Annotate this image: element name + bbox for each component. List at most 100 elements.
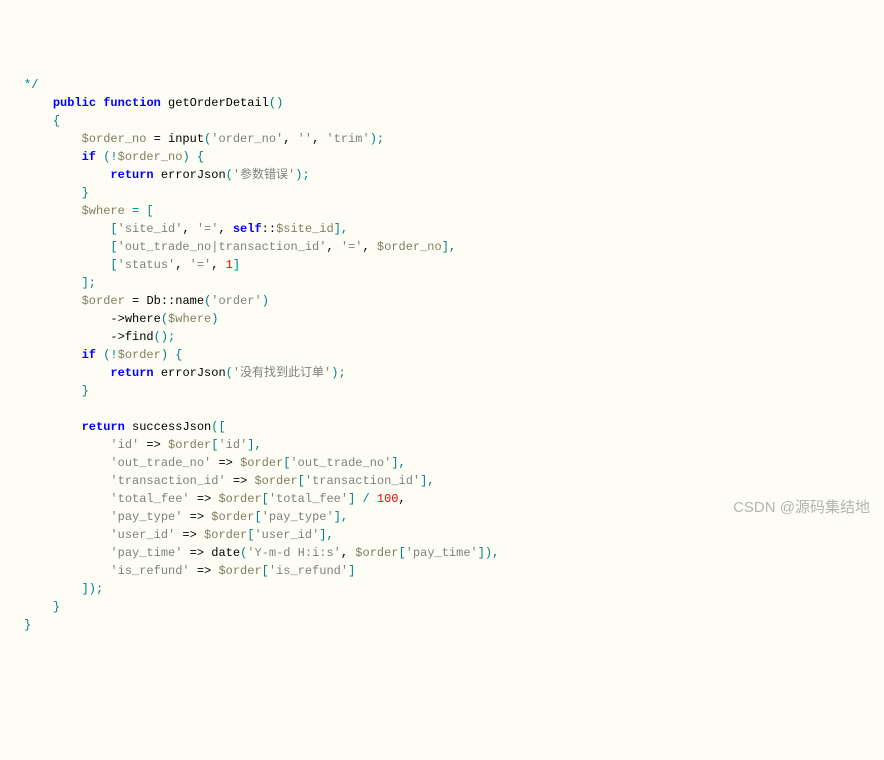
variable: $order xyxy=(355,546,398,560)
keyword: return xyxy=(110,366,153,380)
keyword: self xyxy=(233,222,262,236)
call: find xyxy=(125,330,154,344)
bracket: [ xyxy=(254,510,261,524)
key: 'user_id' xyxy=(254,528,319,542)
code-text: = xyxy=(146,132,168,146)
brace: } xyxy=(53,600,60,614)
paren: ( xyxy=(226,168,233,182)
brace: } xyxy=(24,618,31,632)
parens: () xyxy=(269,96,283,110)
string: '' xyxy=(298,132,312,146)
variable: $order xyxy=(240,456,283,470)
comma: , xyxy=(399,492,406,506)
bracket: [ xyxy=(399,546,406,560)
arrow: => xyxy=(226,474,255,488)
call: date xyxy=(211,546,240,560)
string: '=' xyxy=(197,222,219,236)
variable: $order xyxy=(118,348,161,362)
code-text: = [ xyxy=(125,204,154,218)
comma: , xyxy=(326,240,340,254)
string: 'order_no' xyxy=(211,132,283,146)
call: errorJson xyxy=(154,168,226,182)
paren: ); xyxy=(331,366,345,380)
code-text: */ xyxy=(24,78,38,92)
brace: { xyxy=(53,114,60,128)
paren: (! xyxy=(96,348,118,362)
variable: $where xyxy=(168,312,211,326)
keyword: return xyxy=(82,420,125,434)
key: 'pay_type' xyxy=(110,510,182,524)
bracket: ], xyxy=(442,240,456,254)
arrow: => xyxy=(139,438,168,452)
paren: ) xyxy=(262,294,269,308)
comma: , xyxy=(182,222,196,236)
brace: } xyxy=(82,186,89,200)
key: 'is_refund' xyxy=(269,564,348,578)
variable: $order_no xyxy=(377,240,442,254)
brace: } xyxy=(82,384,89,398)
arrow: => xyxy=(211,456,240,470)
scope: :: xyxy=(161,294,175,308)
call: successJson xyxy=(125,420,211,434)
comma: , xyxy=(312,132,326,146)
call: errorJson xyxy=(154,366,226,380)
arrow: -> xyxy=(110,330,124,344)
bracket: ], xyxy=(334,222,348,236)
bracket: [ xyxy=(262,492,269,506)
variable: $order xyxy=(218,492,261,506)
code-block: */ public function getOrderDetail() { $o… xyxy=(24,76,880,634)
string: '参数错误' xyxy=(233,168,295,182)
key: 'transaction_id' xyxy=(110,474,225,488)
key: 'pay_time' xyxy=(406,546,478,560)
comma: , xyxy=(175,258,189,272)
bracket: [ xyxy=(247,528,254,542)
comma: , xyxy=(211,258,225,272)
key: 'total_fee' xyxy=(110,492,189,506)
key: 'id' xyxy=(110,438,139,452)
string: 'status' xyxy=(118,258,176,272)
key: 'out_trade_no' xyxy=(110,456,211,470)
string: '=' xyxy=(341,240,363,254)
paren: ( xyxy=(161,312,168,326)
variable: $order xyxy=(82,294,125,308)
paren: ); xyxy=(295,168,309,182)
bracket: [ xyxy=(110,240,117,254)
variable: $order xyxy=(204,528,247,542)
key: 'total_fee' xyxy=(269,492,348,506)
bracket: ], xyxy=(334,510,348,524)
bracket: [ xyxy=(262,564,269,578)
variable: $order xyxy=(218,564,261,578)
string: '=' xyxy=(190,258,212,272)
variable: $order xyxy=(211,510,254,524)
comma: , xyxy=(218,222,232,236)
arrow: => xyxy=(190,492,219,506)
comma: , xyxy=(283,132,297,146)
arrow: -> xyxy=(110,312,124,326)
key: 'is_refund' xyxy=(110,564,189,578)
number: 1 xyxy=(226,258,233,272)
paren: ) xyxy=(211,312,218,326)
code-text: = xyxy=(125,294,147,308)
keyword: if xyxy=(82,150,96,164)
key: 'user_id' xyxy=(110,528,175,542)
bracket: ]), xyxy=(478,546,500,560)
key: 'out_trade_no' xyxy=(290,456,391,470)
string: 'out_trade_no|transaction_id' xyxy=(118,240,327,254)
string: 'site_id' xyxy=(118,222,183,236)
function-name: getOrderDetail xyxy=(168,96,269,110)
comma: , xyxy=(341,546,355,560)
string: 'trim' xyxy=(326,132,369,146)
bracket: ], xyxy=(247,438,261,452)
paren: ) { xyxy=(182,150,204,164)
class: Db xyxy=(146,294,160,308)
key: 'transaction_id' xyxy=(305,474,420,488)
bracket: [ xyxy=(110,222,117,236)
variable: $order_no xyxy=(118,150,183,164)
keyword: function xyxy=(103,96,161,110)
comma: , xyxy=(362,240,376,254)
variable: $where xyxy=(82,204,125,218)
bracket: ], xyxy=(391,456,405,470)
bracket: ] / xyxy=(348,492,377,506)
bracket: ]); xyxy=(82,582,104,596)
paren: (! xyxy=(96,150,118,164)
